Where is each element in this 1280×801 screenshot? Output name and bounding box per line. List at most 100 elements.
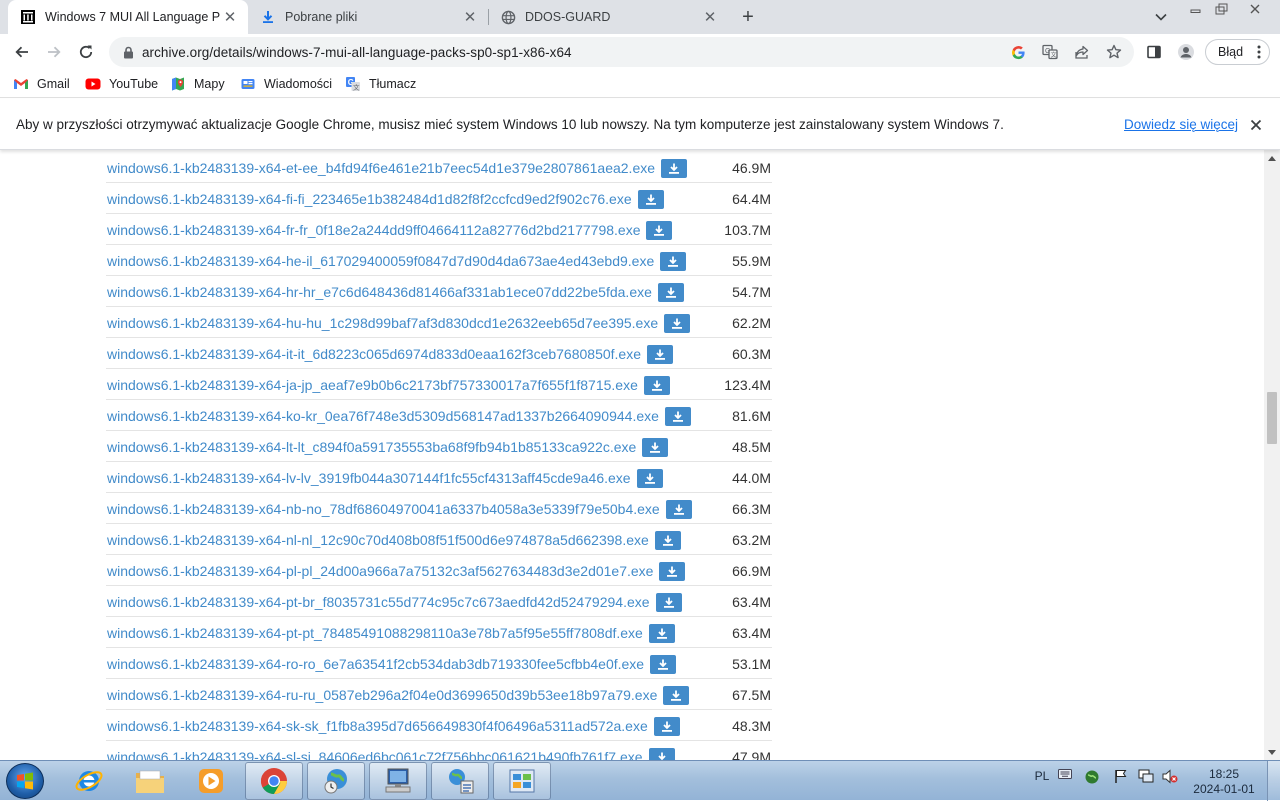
display-tray-icon[interactable] bbox=[1137, 769, 1155, 783]
scroll-up-icon[interactable] bbox=[1264, 150, 1280, 166]
download-button[interactable] bbox=[663, 686, 690, 705]
profile-avatar-icon[interactable] bbox=[1176, 42, 1196, 62]
bookmark-gmail[interactable]: Gmail bbox=[13, 75, 70, 93]
scrollbar-thumb[interactable] bbox=[1267, 392, 1277, 445]
tab-downloads[interactable]: Pobrane pliki ✕ bbox=[248, 0, 488, 34]
start-button[interactable] bbox=[6, 763, 44, 799]
download-icon bbox=[260, 9, 276, 25]
tab-ddos-guard[interactable]: DDOS-GUARD ✕ bbox=[488, 0, 728, 34]
file-link[interactable]: windows6.1-kb2483139-x64-nb-no_78df68604… bbox=[107, 500, 692, 520]
restore-icon[interactable] bbox=[1209, 0, 1235, 18]
translate-page-icon[interactable]: G文 bbox=[1042, 44, 1058, 60]
file-link[interactable]: windows6.1-kb2483139-x64-it-it_6d8223c06… bbox=[107, 345, 673, 365]
download-button[interactable] bbox=[643, 376, 670, 395]
file-link[interactable]: windows6.1-kb2483139-x64-nl-nl_12c90c70d… bbox=[107, 531, 681, 551]
download-button[interactable] bbox=[659, 562, 686, 581]
bookmark-label: YouTube bbox=[109, 77, 159, 91]
download-button[interactable] bbox=[661, 159, 688, 178]
download-button[interactable] bbox=[650, 655, 677, 674]
file-link[interactable]: windows6.1-kb2483139-x64-lv-lv_3919fb044… bbox=[107, 469, 663, 489]
file-link[interactable]: windows6.1-kb2483139-x64-ru-ru_0587eb296… bbox=[107, 686, 690, 706]
file-link[interactable]: windows6.1-kb2483139-x64-hu-hu_1c298d99b… bbox=[107, 314, 691, 334]
bookmark-maps[interactable]: Mapy bbox=[170, 75, 225, 93]
infobar-close-icon[interactable] bbox=[1246, 115, 1266, 135]
file-link[interactable]: windows6.1-kb2483139-x64-hr-hr_e7c6d6484… bbox=[107, 283, 684, 303]
scroll-down-icon[interactable] bbox=[1264, 744, 1280, 760]
file-link[interactable]: windows6.1-kb2483139-x64-lt-lt_c894f0a59… bbox=[107, 438, 669, 458]
download-button[interactable] bbox=[660, 252, 687, 271]
file-size: 67.5M bbox=[732, 687, 771, 703]
download-button[interactable] bbox=[654, 531, 681, 550]
share-icon[interactable] bbox=[1074, 44, 1090, 60]
file-link[interactable]: windows6.1-kb2483139-x64-pt-pt_784854910… bbox=[107, 624, 675, 644]
taskbar-internet-explorer[interactable] bbox=[60, 762, 118, 800]
keyboard-icon[interactable] bbox=[1056, 769, 1074, 779]
back-button[interactable] bbox=[8, 38, 36, 66]
menu-dots-icon[interactable] bbox=[1257, 45, 1261, 62]
taskbar-network[interactable] bbox=[431, 762, 489, 800]
language-indicator[interactable]: PL bbox=[1033, 769, 1051, 783]
profile-error-button[interactable]: Błąd bbox=[1205, 39, 1270, 65]
network-tray-icon[interactable] bbox=[1083, 769, 1101, 785]
close-icon[interactable]: ✕ bbox=[700, 7, 720, 27]
side-panel-icon[interactable] bbox=[1144, 42, 1164, 62]
taskbar-control-panel[interactable] bbox=[493, 762, 551, 800]
reload-button[interactable] bbox=[72, 38, 100, 66]
download-button[interactable] bbox=[648, 748, 675, 760]
new-tab-button[interactable]: + bbox=[736, 6, 760, 28]
vertical-scrollbar[interactable] bbox=[1264, 150, 1280, 760]
file-link[interactable]: windows6.1-kb2483139-x64-ja-jp_aeaf7e9b0… bbox=[107, 376, 670, 396]
file-row: windows6.1-kb2483139-x64-lv-lv_3919fb044… bbox=[106, 462, 772, 493]
minimize-icon[interactable] bbox=[1183, 0, 1209, 18]
forward-button[interactable] bbox=[40, 38, 68, 66]
window-close-icon[interactable] bbox=[1235, 0, 1275, 18]
file-link[interactable]: windows6.1-kb2483139-x64-pl-pl_24d00a966… bbox=[107, 562, 686, 582]
download-button[interactable] bbox=[653, 717, 680, 736]
file-link[interactable]: windows6.1-kb2483139-x64-et-ee_b4fd94f6e… bbox=[107, 159, 688, 179]
download-button[interactable] bbox=[637, 190, 664, 209]
taskbar-file-explorer[interactable] bbox=[121, 762, 179, 800]
file-link[interactable]: windows6.1-kb2483139-x64-ko-kr_0ea76f748… bbox=[107, 407, 691, 427]
bookmark-translate[interactable]: G文 Tłumacz bbox=[345, 75, 416, 93]
download-button[interactable] bbox=[648, 624, 675, 643]
download-button[interactable] bbox=[642, 438, 669, 457]
tab-search-chevron-icon[interactable] bbox=[1151, 8, 1171, 26]
show-desktop-button[interactable] bbox=[1267, 761, 1280, 801]
download-button[interactable] bbox=[636, 469, 663, 488]
bookmark-star-icon[interactable] bbox=[1106, 44, 1122, 60]
file-link[interactable]: windows6.1-kb2483139-x64-sk-sk_f1fb8a395… bbox=[107, 717, 680, 737]
file-link[interactable]: windows6.1-kb2483139-x64-fi-fi_223465e1b… bbox=[107, 190, 664, 210]
close-icon[interactable]: ✕ bbox=[220, 7, 240, 27]
google-icon[interactable] bbox=[1010, 44, 1026, 60]
file-link[interactable]: windows6.1-kb2483139-x64-fr-fr_0f18e2a24… bbox=[107, 221, 673, 241]
file-link[interactable]: windows6.1-kb2483139-x64-ro-ro_6e7a63541… bbox=[107, 655, 677, 675]
download-button[interactable] bbox=[647, 345, 673, 364]
action-center-flag-icon[interactable] bbox=[1112, 769, 1130, 784]
file-link[interactable]: windows6.1-kb2483139-x64-pt-br_f8035731c… bbox=[107, 593, 682, 613]
tab-archive[interactable]: Windows 7 MUI All Language Pa ✕ bbox=[8, 0, 248, 34]
taskbar-chrome[interactable] bbox=[245, 762, 303, 800]
address-bar[interactable]: archive.org/details/windows-7-mui-all-la… bbox=[109, 37, 1134, 67]
learn-more-link[interactable]: Dowiedz się więcej bbox=[1124, 117, 1238, 132]
taskbar-media-player[interactable] bbox=[182, 762, 240, 800]
download-button[interactable] bbox=[665, 500, 692, 519]
download-button[interactable] bbox=[646, 221, 673, 240]
file-row: windows6.1-kb2483139-x64-pl-pl_24d00a966… bbox=[106, 555, 772, 586]
lock-icon[interactable] bbox=[120, 46, 136, 59]
download-button[interactable] bbox=[664, 314, 691, 333]
taskbar-clock[interactable]: 18:25 2024-01-01 bbox=[1186, 767, 1262, 797]
bookmark-youtube[interactable]: YouTube bbox=[85, 75, 158, 93]
volume-muted-icon[interactable] bbox=[1161, 769, 1179, 784]
file-link[interactable]: windows6.1-kb2483139-x64-sl-si_84606ed6b… bbox=[107, 748, 675, 760]
download-button[interactable] bbox=[655, 593, 682, 612]
download-arrow-icon bbox=[669, 163, 680, 174]
media-player-icon bbox=[199, 769, 223, 793]
taskbar-clock-globe[interactable] bbox=[307, 762, 365, 800]
taskbar-computer[interactable] bbox=[369, 762, 427, 800]
download-button[interactable] bbox=[657, 283, 684, 302]
bookmark-news[interactable]: Wiadomości bbox=[240, 75, 332, 93]
download-button[interactable] bbox=[664, 407, 691, 426]
close-icon[interactable]: ✕ bbox=[460, 7, 480, 27]
file-link[interactable]: windows6.1-kb2483139-x64-he-il_617029400… bbox=[107, 252, 687, 272]
folder-icon bbox=[136, 770, 164, 793]
